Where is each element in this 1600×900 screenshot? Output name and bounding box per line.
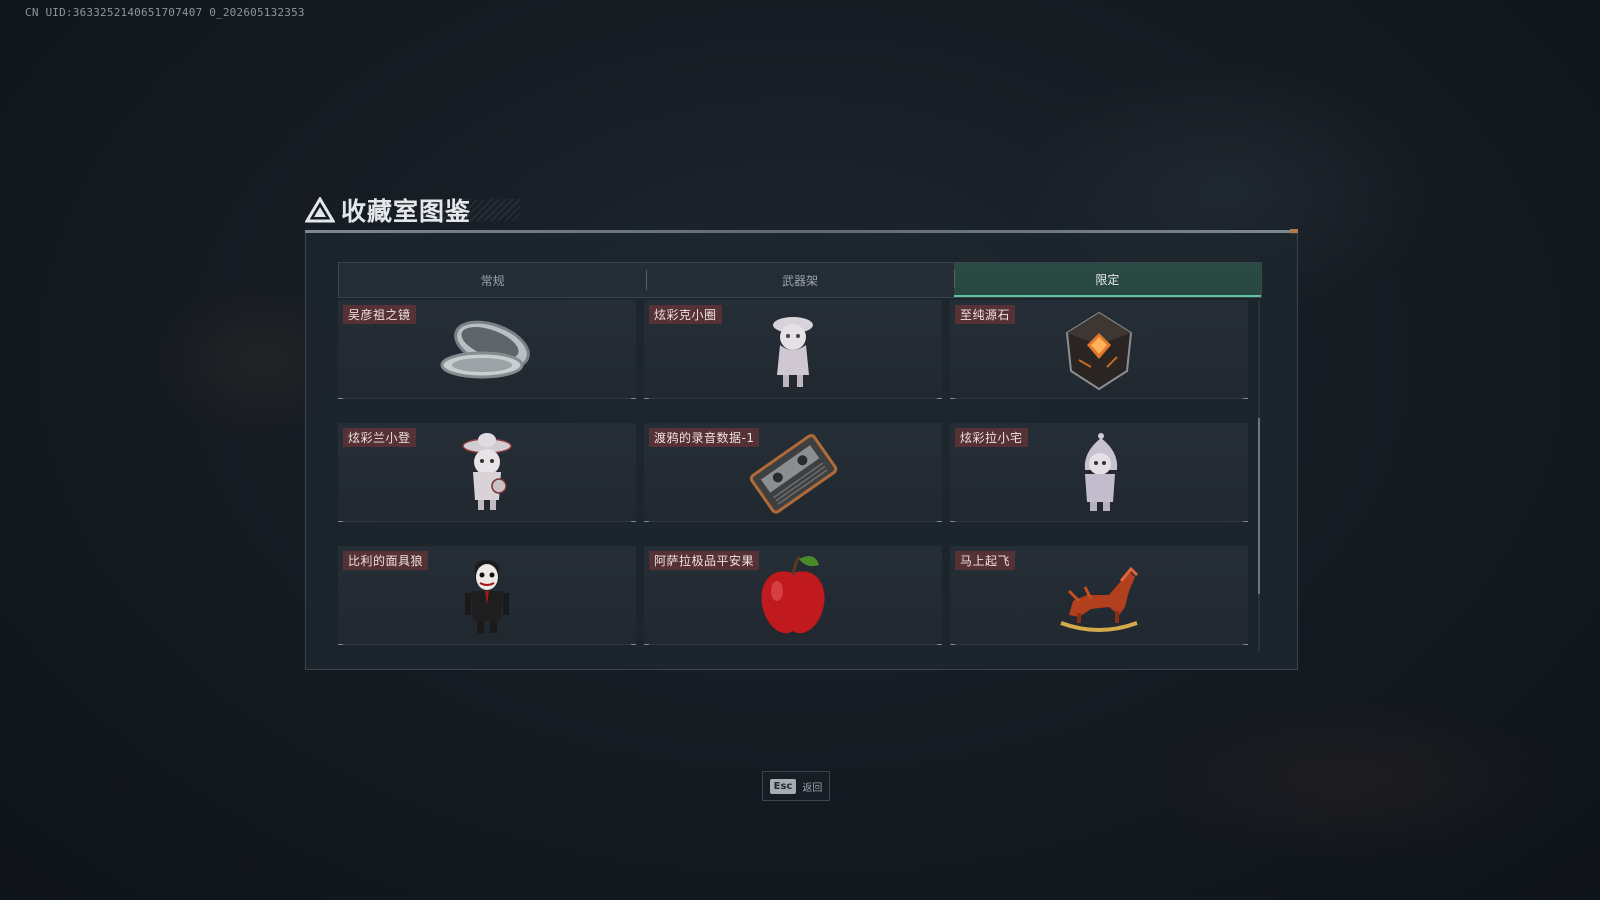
delta-logo-icon (305, 197, 335, 223)
dark-crystal-icon (1065, 311, 1133, 390)
tab-regular[interactable]: 常规 (339, 263, 646, 297)
item-card[interactable]: 渡鸦的录音数据-1 (644, 423, 942, 522)
figurine-sombrero-icon (462, 432, 512, 510)
item-grid: 吴彦祖之镜 炫彩克小圈 至纯源石 炫彩兰小登 渡鸦的录音数据-1 炫彩拉小宅 比… (338, 300, 1262, 655)
uid-text: CN UID:3633252140651707407 0_20260513235… (25, 6, 305, 19)
item-label: 炫彩拉小宅 (955, 428, 1028, 447)
figurine-hooded-icon (1084, 432, 1118, 511)
item-card[interactable]: 至纯源石 (950, 300, 1248, 399)
item-card[interactable]: 比利的面具狼 (338, 546, 636, 645)
compact-mirror-icon (440, 320, 530, 378)
item-label: 炫彩克小圈 (649, 305, 722, 324)
item-card[interactable]: 阿萨拉极品平安果 (644, 546, 942, 645)
scrollbar-thumb[interactable] (1258, 418, 1260, 594)
esc-key-badge: Esc (769, 778, 797, 794)
item-label: 比利的面具狼 (343, 551, 429, 570)
item-label: 炫彩兰小登 (343, 428, 416, 447)
red-apple-icon (761, 555, 825, 633)
back-label: 返回 (802, 782, 823, 794)
item-card[interactable]: 炫彩克小圈 (644, 300, 942, 399)
back-button[interactable]: Esc 返回 (762, 771, 830, 801)
item-label: 吴彦祖之镜 (343, 305, 416, 324)
item-card[interactable]: 马上起飞 (950, 546, 1248, 645)
page-title: 收藏室图鉴 (341, 197, 472, 226)
rocking-horse-icon (1060, 566, 1139, 632)
item-card[interactable]: 吴彦祖之镜 (338, 300, 636, 399)
background-glow-right (1140, 700, 1560, 860)
figurine-girl-icon (773, 316, 813, 387)
page-title-group: 收藏室图鉴 (305, 192, 471, 228)
item-card[interactable]: 炫彩拉小宅 (950, 423, 1248, 522)
puppet-doll-icon (465, 559, 509, 633)
category-tabs: 常规 武器架 限定 (338, 262, 1262, 298)
item-card[interactable]: 炫彩兰小登 (338, 423, 636, 522)
item-label: 马上起飞 (955, 551, 1016, 570)
item-label: 至纯源石 (955, 305, 1016, 324)
tab-weapon-rack[interactable]: 武器架 (646, 263, 953, 297)
cassette-tape-icon (749, 433, 838, 514)
tab-limited[interactable]: 限定 (953, 263, 1261, 297)
